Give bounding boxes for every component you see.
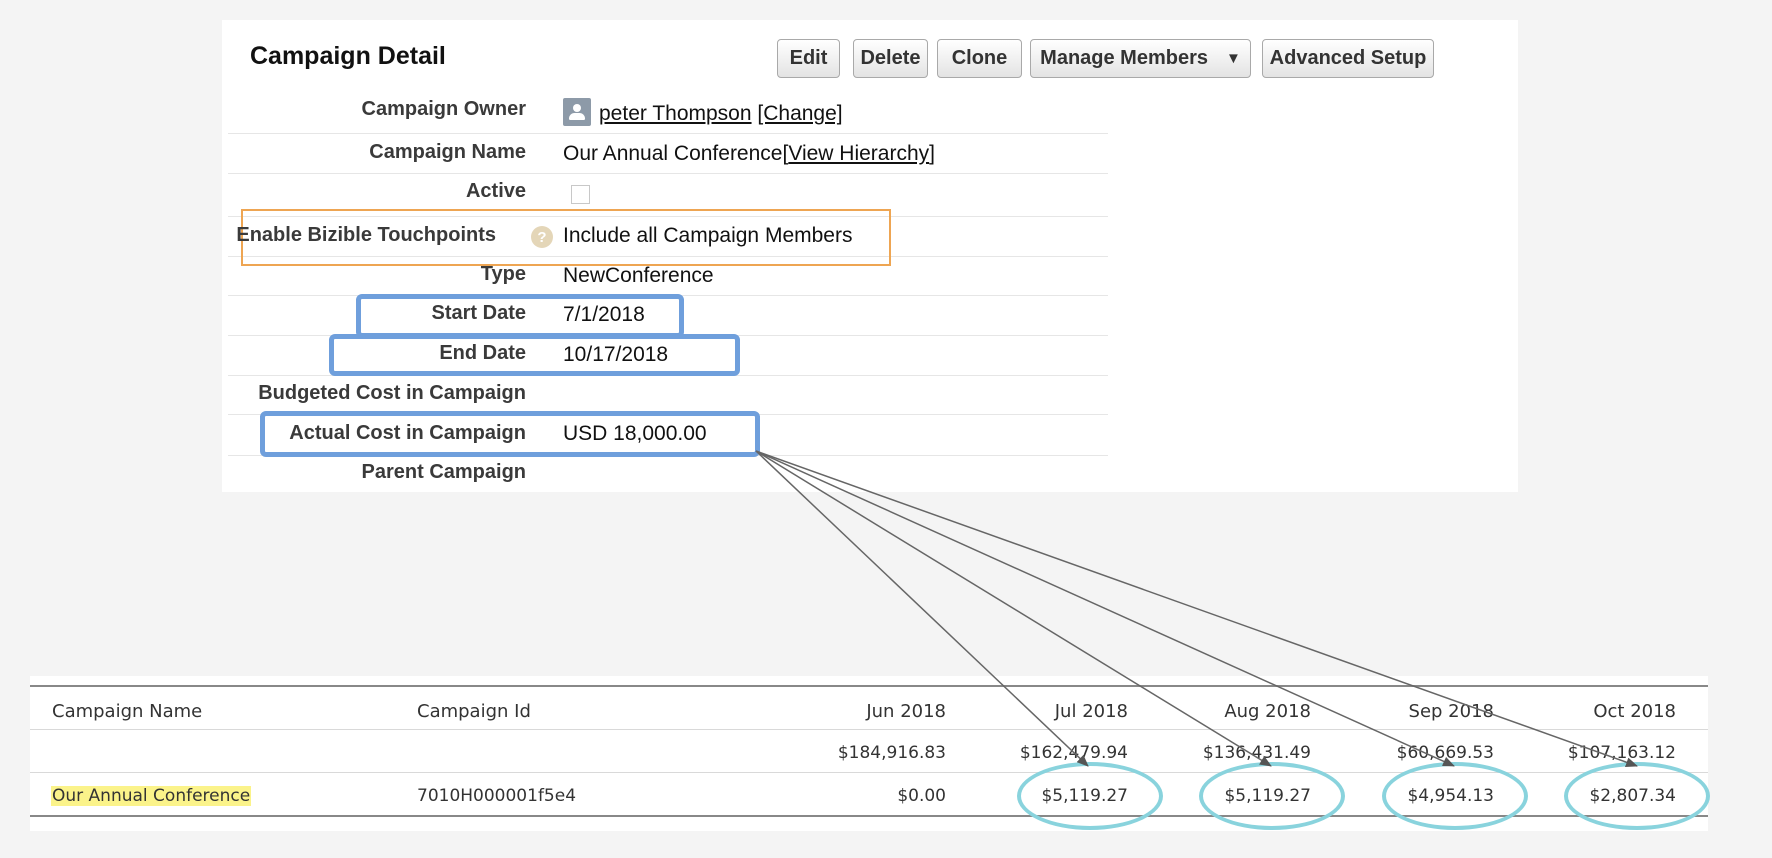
- arrow-to-aug: [755, 450, 1272, 767]
- arrow-to-sep: [755, 450, 1455, 767]
- allocation-arrows: [755, 450, 1638, 768]
- arrow-to-jul: [755, 450, 1089, 767]
- arrow-to-oct: [755, 450, 1638, 768]
